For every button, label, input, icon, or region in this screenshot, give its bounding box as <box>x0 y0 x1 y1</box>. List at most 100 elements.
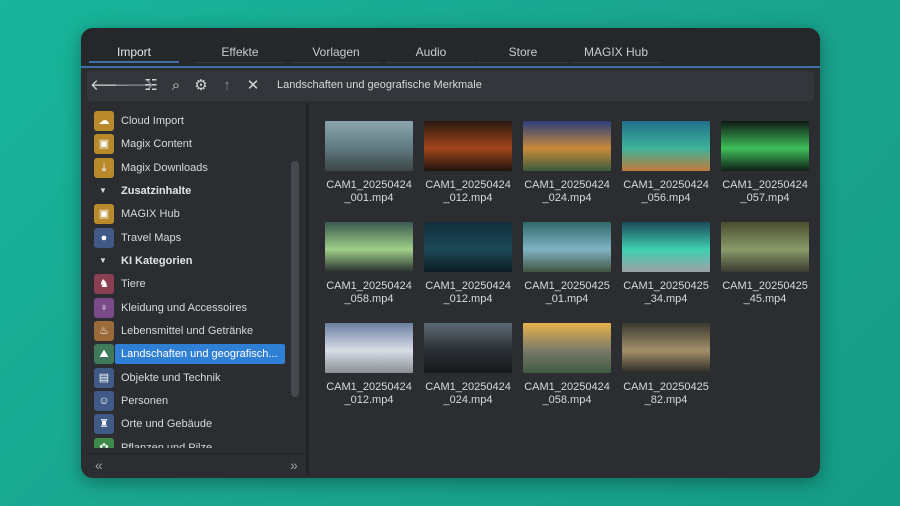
video-preview-image <box>424 323 512 373</box>
file-thumbnail[interactable]: CAM1_20250424_024.mp4 <box>523 121 611 205</box>
sidebar-group-zusatzinhalte[interactable]: ▼ Zusatzinhalte <box>87 180 287 202</box>
sidebar-item-magix-content[interactable]: ▣ Magix Content <box>87 133 287 155</box>
sidebar-item-label: Landschaften und geografisch... <box>121 348 278 360</box>
video-preview-image <box>523 222 611 272</box>
video-preview-image <box>424 222 512 272</box>
toolbar: 🡐 🡒 ☷ ⌕ ⚙ ↑ ✕ Landschaften und geografis… <box>87 71 814 101</box>
mountain-icon: ⛰ <box>94 344 114 364</box>
file-thumbnail[interactable]: CAM1_20250425_34.mp4 <box>622 222 710 306</box>
file-thumbnail[interactable]: CAM1_20250424_012.mp4 <box>325 323 413 407</box>
sidebar-item-label: Cloud Import <box>121 115 184 127</box>
clothing-icon: ♀ <box>94 298 114 318</box>
tab-import[interactable]: Import <box>89 41 179 63</box>
tab-audio[interactable]: Audio <box>386 41 476 63</box>
sidebar-item-lebensmittel[interactable]: ♨ Lebensmittel und Getränke <box>87 320 287 342</box>
search-icon[interactable]: ⌕ <box>165 75 187 97</box>
sidebar-item-cloud-import[interactable]: ☁ Cloud Import <box>87 110 287 132</box>
sidebar-item-kleidung[interactable]: ♀ Kleidung und Accessoires <box>87 297 287 319</box>
file-name: CAM1_20250424_056.mp4 <box>623 179 709 204</box>
sidebar-item-tiere[interactable]: ♞ Tiere <box>87 273 287 295</box>
sidebar-item-magix-hub[interactable]: ▣ MAGIX Hub <box>87 203 287 225</box>
sidebar-item-pflanzen[interactable]: ✿ Pflanzen und Pilze <box>87 437 287 448</box>
file-thumbnail[interactable]: CAM1_20250424_057.mp4 <box>721 121 809 205</box>
tab-magix-hub[interactable]: MAGIX Hub <box>571 41 661 63</box>
back-arrow-icon[interactable]: 🡐 <box>90 75 130 97</box>
device-icon: ▤ <box>94 368 114 388</box>
map-pin-icon: ● <box>94 228 114 248</box>
file-thumbnail[interactable]: CAM1_20250424_024.mp4 <box>424 323 512 407</box>
sidebar-item-label: Magix Content <box>121 138 192 150</box>
download-icon: ⤓ <box>94 158 114 178</box>
food-icon: ♨ <box>94 321 114 341</box>
video-preview-image <box>325 222 413 272</box>
sidebar-group-label: KI Kategorien <box>121 255 193 267</box>
file-name: CAM1_20250424_012.mp4 <box>326 381 412 406</box>
video-preview-image <box>523 121 611 171</box>
file-thumbnail[interactable]: CAM1_20250425_01.mp4 <box>523 222 611 306</box>
sidebar-item-label: Personen <box>121 395 169 407</box>
forward-arrow-icon[interactable]: 🡒 <box>114 75 154 97</box>
sidebar-item-label: Orte und Gebäude <box>121 418 213 430</box>
sidebar-group-ki-kategorien[interactable]: ▼ KI Kategorien <box>87 250 287 272</box>
sidebar-item-label: Pflanzen und Pilze <box>121 442 213 448</box>
file-name: CAM1_20250424_012.mp4 <box>425 179 511 204</box>
gear-icon[interactable]: ⚙ <box>190 75 212 97</box>
animal-icon: ♞ <box>94 274 114 294</box>
close-icon[interactable]: ✕ <box>242 75 264 97</box>
file-name: CAM1_20250424_024.mp4 <box>425 381 511 406</box>
video-preview-image <box>622 121 710 171</box>
video-preview-image <box>325 121 413 171</box>
file-name: CAM1_20250425_34.mp4 <box>623 280 709 305</box>
file-thumbnail[interactable]: CAM1_20250424_012.mp4 <box>424 222 512 306</box>
box-icon: ▣ <box>94 134 114 154</box>
video-preview-image <box>721 222 809 272</box>
tab-store[interactable]: Store <box>478 41 568 63</box>
file-name: CAM1_20250424_057.mp4 <box>722 179 808 204</box>
file-name: CAM1_20250425_82.mp4 <box>623 381 709 406</box>
sidebar-item-personen[interactable]: ☺ Personen <box>87 390 287 412</box>
video-preview-image <box>622 222 710 272</box>
file-thumbnail[interactable]: CAM1_20250425_82.mp4 <box>622 323 710 407</box>
tree-view-icon[interactable]: ☷ <box>140 75 162 97</box>
box-icon: ▣ <box>94 204 114 224</box>
up-arrow-icon[interactable]: ↑ <box>216 75 238 97</box>
sidebar-item-label: Tiere <box>121 278 146 290</box>
current-path: Landschaften und geografische Merkmale <box>277 79 482 91</box>
sidebar-item-label: MAGIX Hub <box>121 208 180 220</box>
cloud-icon: ☁ <box>94 111 114 131</box>
tab-bar: Import Effekte Vorlagen Audio Store MAGI… <box>81 28 820 68</box>
sidebar-group-label: Zusatzinhalte <box>121 185 192 197</box>
file-name: CAM1_20250424_012.mp4 <box>425 280 511 305</box>
file-grid: CAM1_20250424_001.mp4 CAM1_20250424_012.m… <box>313 103 814 475</box>
plant-icon: ✿ <box>94 438 114 448</box>
file-thumbnail[interactable]: CAM1_20250424_058.mp4 <box>523 323 611 407</box>
file-thumbnail[interactable]: CAM1_20250424_056.mp4 <box>622 121 710 205</box>
sidebar-footer: « » <box>87 453 306 475</box>
expand-right-icon[interactable]: » <box>290 457 298 473</box>
sidebar-item-label: Travel Maps <box>121 232 182 244</box>
tab-vorlagen[interactable]: Vorlagen <box>291 41 381 63</box>
file-thumbnail[interactable]: CAM1_20250424_058.mp4 <box>325 222 413 306</box>
video-preview-image <box>523 323 611 373</box>
file-thumbnail[interactable]: CAM1_20250424_001.mp4 <box>325 121 413 205</box>
media-pool-window: Import Effekte Vorlagen Audio Store MAGI… <box>81 28 820 478</box>
sidebar-item-travel-maps[interactable]: ● Travel Maps <box>87 227 287 249</box>
sidebar-item-label: Kleidung und Accessoires <box>121 302 247 314</box>
sidebar-item-label: Magix Downloads <box>121 162 208 174</box>
collapse-left-icon[interactable]: « <box>95 457 103 473</box>
sidebar-item-landschaften[interactable]: ⛰ Landschaften und geografisch... <box>87 343 287 365</box>
file-thumbnail[interactable]: CAM1_20250424_012.mp4 <box>424 121 512 205</box>
video-preview-image <box>424 121 512 171</box>
video-preview-image <box>325 323 413 373</box>
file-name: CAM1_20250424_024.mp4 <box>524 179 610 204</box>
chevron-down-icon: ▼ <box>99 186 107 195</box>
file-name: CAM1_20250424_058.mp4 <box>524 381 610 406</box>
sidebar-item-objekte[interactable]: ▤ Objekte und Technik <box>87 367 287 389</box>
tab-effekte[interactable]: Effekte <box>195 41 285 63</box>
sidebar-scrollbar[interactable] <box>291 161 299 397</box>
sidebar-list: ☁ Cloud Import ▣ Magix Content ⤓ Magix D… <box>87 103 297 448</box>
video-preview-image <box>622 323 710 373</box>
sidebar-item-orte[interactable]: ♜ Orte und Gebäude <box>87 413 287 435</box>
file-thumbnail[interactable]: CAM1_20250425_45.mp4 <box>721 222 809 306</box>
sidebar-item-magix-downloads[interactable]: ⤓ Magix Downloads <box>87 157 287 179</box>
